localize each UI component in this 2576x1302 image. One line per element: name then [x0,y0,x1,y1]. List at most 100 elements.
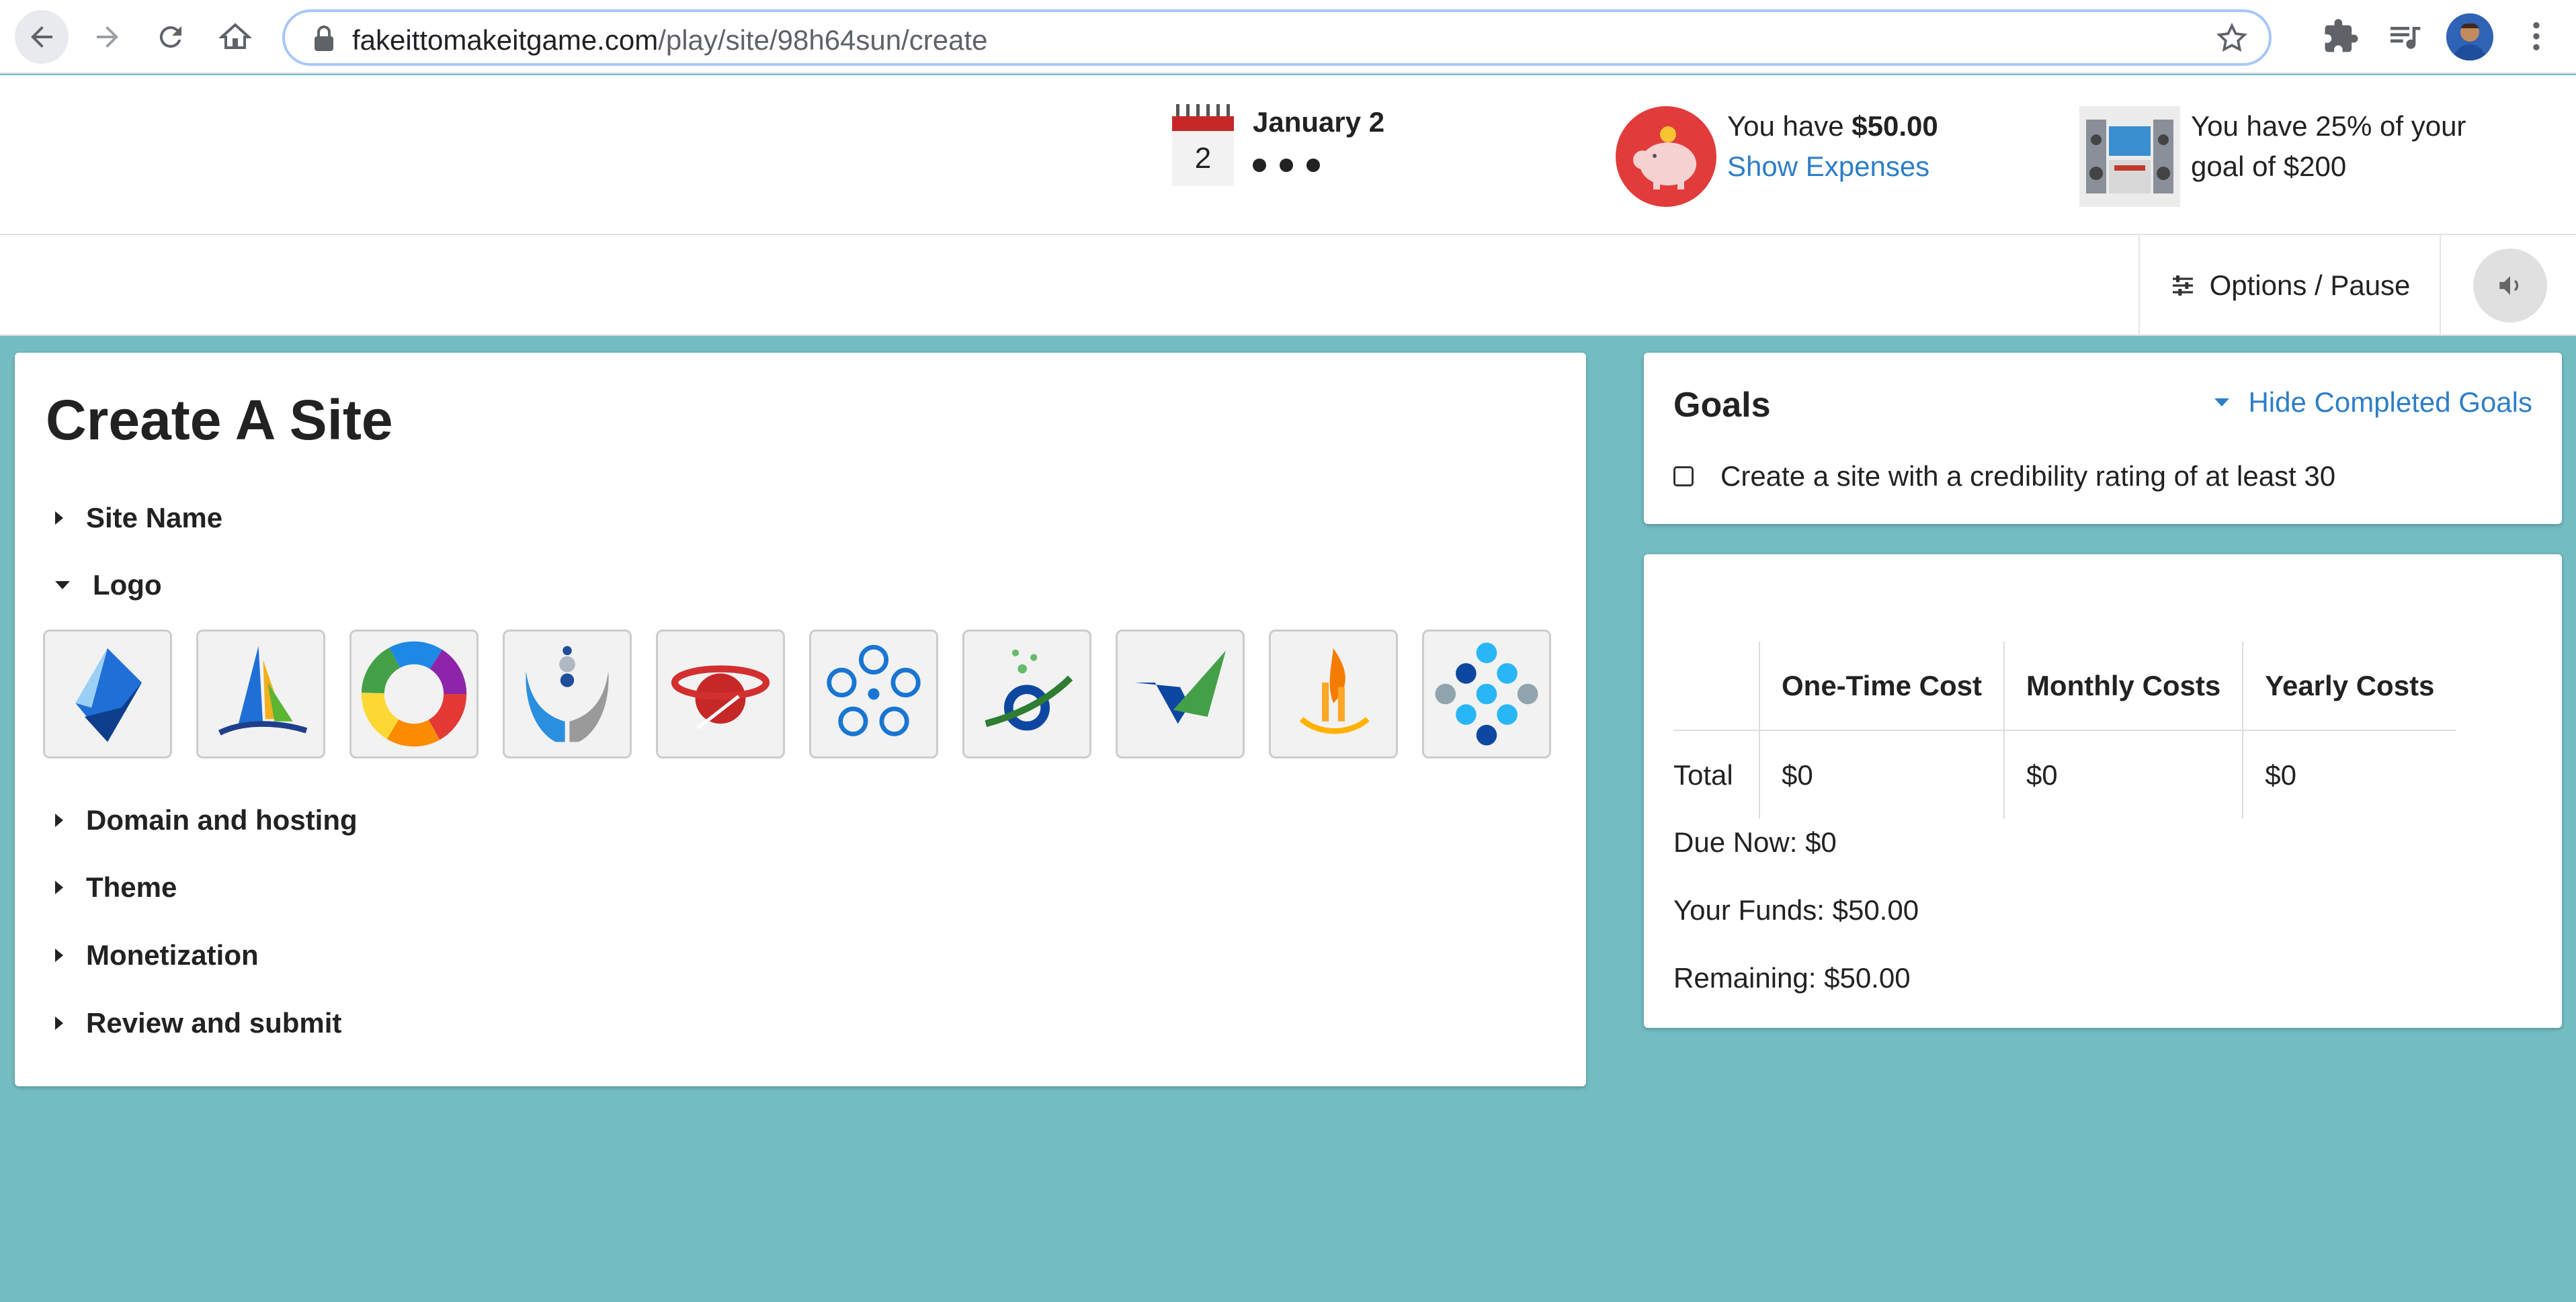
section-label: Theme [86,871,177,903]
goal-progress-text: You have 25% of your goal of $200 [2191,106,2540,187]
section-label: Monetization [86,939,259,971]
red-orbit-logo-icon [671,665,770,730]
logo-option-1[interactable] [43,630,172,758]
total-one-time: $0 [1759,730,2004,819]
media-queue-icon[interactable] [2386,17,2423,55]
sailboat-logo-icon [218,646,308,736]
orange-flame-logo-icon [1299,648,1370,734]
logo-option-7[interactable] [962,630,1091,758]
forward-button[interactable] [81,10,134,64]
funds-prefix: You have [1727,110,1852,142]
calendar-icon: 2 [1172,104,1234,186]
lock-icon [315,26,333,51]
back-button[interactable] [15,10,69,64]
goals-panel: Goals Hide Completed Goals Create a site… [1644,353,2562,524]
costs-panel: One-Time Cost Monthly Costs Yearly Costs… [1644,554,2562,1028]
flower-petals-logo-icon [827,644,921,736]
caret-down-icon [55,581,70,589]
url-domain: fakeittomakeitgame.com [352,24,659,56]
create-site-panel: Create A Site Site Name Logo Domain and … [15,353,1586,1086]
cost-table: One-Time Cost Monthly Costs Yearly Costs… [1673,642,2456,819]
avatar-person-icon [2446,13,2493,60]
caret-right-icon [55,1016,63,1030]
section-theme[interactable]: Theme [55,871,177,904]
options-pause-button[interactable]: Options / Pause [2138,235,2441,336]
person-wings-logo-icon [526,646,609,742]
funds-line: You have $50.00 [1727,106,1938,146]
browser-menu-icon[interactable] [2518,17,2555,55]
logo-options [43,630,1551,758]
goal-electronics-icon [2079,106,2180,207]
logo-option-4[interactable] [503,630,632,758]
section-review-submit[interactable]: Review and submit [55,1007,341,1039]
total-yearly: $0 [2242,730,2456,819]
goal-checkbox[interactable] [1673,466,1694,486]
forward-arrow-icon [97,26,118,48]
sliders-icon [2172,275,2193,296]
section-domain-hosting[interactable]: Domain and hosting [55,804,358,836]
cost-total-row: Total $0 $0 $0 [1673,730,2456,819]
caret-right-icon [55,881,63,894]
goal-progress-line2: goal of $200 [2191,150,2347,182]
caret-right-icon [55,949,63,962]
header-yearly-costs: Yearly Costs [2242,642,2456,731]
your-funds: Your Funds: $50.00 [1673,894,1919,926]
logo-option-8[interactable] [1116,630,1245,758]
back-arrow-icon [31,26,52,48]
current-date: January 2 [1253,106,1385,138]
show-expenses-link[interactable]: Show Expenses [1727,146,1938,187]
logo-option-5[interactable] [656,630,785,758]
section-label: Site Name [86,502,223,533]
checkmark-v-logo-icon [1134,650,1226,724]
section-site-name[interactable]: Site Name [55,502,222,534]
caret-right-icon [55,814,63,827]
reload-icon [159,26,181,48]
cost-header-row: One-Time Cost Monthly Costs Yearly Costs [1673,642,2456,731]
rainbow-ring-logo-icon [361,641,467,747]
section-label: Review and submit [86,1007,342,1039]
home-button[interactable] [208,10,262,64]
logo-option-9[interactable] [1269,630,1398,758]
funds-amount: $50.00 [1852,110,1938,142]
calendar-day: 2 [1172,131,1234,186]
section-label: Domain and hosting [86,804,358,836]
logo-option-10[interactable] [1422,630,1551,758]
total-monthly: $0 [2003,730,2243,819]
address-bar[interactable]: fakeittomakeitgame.com/play/site/98h64su… [282,9,2272,66]
header-monthly-costs: Monthly Costs [2003,642,2243,731]
logo-option-6[interactable] [809,630,938,758]
section-label: Logo [93,569,162,601]
browser-toolbar: fakeittomakeitgame.com/play/site/98h64su… [0,0,2576,74]
reload-button[interactable] [144,10,198,64]
page-title: Create A Site [46,388,393,451]
piggy-bank-icon [1616,106,1716,207]
url-text: fakeittomakeitgame.com/play/site/98h64su… [352,24,988,56]
options-pause-label: Options / Pause [2209,269,2411,301]
blue-dots-cross-logo-icon [1435,642,1538,746]
total-label: Total [1673,758,1733,791]
logo-option-2[interactable] [196,630,325,758]
game-status-bar [0,75,2576,235]
home-icon [219,23,251,49]
goal-progress-line1: You have 25% of your [2191,110,2466,142]
blue-diamond-logo-icon [75,648,142,742]
bookmark-star-icon[interactable] [2215,21,2249,55]
section-monetization[interactable]: Monetization [55,939,259,971]
sound-toggle-button[interactable] [2473,249,2547,322]
green-swoosh-logo-icon [985,649,1073,731]
extensions-puzzle-icon[interactable] [2323,17,2360,55]
url-path: /play/site/98h64sun/create [658,24,988,56]
caret-down-icon [2214,398,2230,406]
goals-title: Goals [1673,386,1771,425]
section-logo[interactable]: Logo [55,569,162,601]
day-progress-dots [1253,159,1320,172]
caret-right-icon [55,511,63,525]
header-one-time-cost: One-Time Cost [1759,642,2004,731]
logo-option-3[interactable] [349,630,479,758]
remaining-funds: Remaining: $50.00 [1673,962,1911,994]
cost-header-empty [1673,642,1759,731]
hide-completed-label: Hide Completed Goals [2248,386,2532,418]
profile-avatar[interactable] [2446,13,2493,60]
speaker-icon [2499,276,2519,295]
hide-completed-goals-link[interactable]: Hide Completed Goals [2214,386,2532,419]
